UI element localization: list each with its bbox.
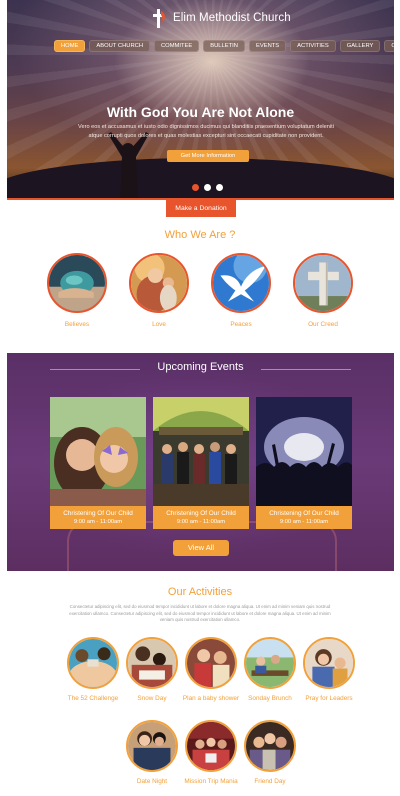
activity-image: [185, 637, 237, 689]
nav-bulletin[interactable]: BULLETIN: [203, 40, 245, 52]
hero-title: With God You Are Not Alone: [106, 104, 295, 120]
get-more-info-button[interactable]: Get More Information: [167, 150, 249, 162]
nav-commitee[interactable]: COMMITEE: [154, 40, 200, 52]
nav-events[interactable]: EVENTS: [248, 40, 287, 52]
activity-image: [303, 637, 355, 689]
activity-mission-trip-mania[interactable]: Mission Trip Mania: [180, 720, 242, 785]
event-info: Christening Of Our Child 9:00 am - 11:00…: [153, 506, 249, 529]
upcoming-events-title: Upcoming Events: [157, 361, 244, 373]
who-item-peaces[interactable]: Peaces: [209, 253, 273, 328]
activity-label: Date Night: [136, 778, 168, 785]
make-donation-button[interactable]: Make a Donation: [166, 200, 236, 217]
event-time: 9:00 am - 11:00am: [73, 519, 123, 525]
who-item-label: Love: [152, 321, 166, 328]
who-we-are-title: Who We Are ?: [164, 229, 236, 241]
activity-image: [244, 720, 296, 772]
activity-image: [244, 637, 296, 689]
activity-snow-day[interactable]: Snow Day: [121, 637, 183, 702]
cross-image: [293, 253, 353, 313]
activity-date-night[interactable]: Date Night: [121, 720, 183, 785]
activity-friend-day[interactable]: Friend Day: [239, 720, 301, 785]
event-info: Christening Of Our Child 9:00 am - 11:00…: [256, 506, 352, 529]
event-name: Christening Of Our Child: [63, 510, 133, 517]
who-item-our-creed[interactable]: Our Creed: [291, 253, 355, 328]
who-item-label: Peaces: [230, 321, 252, 328]
activity-label: Plan a baby shower: [182, 695, 240, 702]
brand[interactable]: Elim Methodist Church: [153, 8, 291, 28]
activity-label: Mission Trip Mania: [184, 778, 238, 785]
who-item-believes[interactable]: Believes: [45, 253, 109, 328]
who-item-love[interactable]: Love: [127, 253, 191, 328]
activity-sonday-brunch[interactable]: Sonday Brunch: [239, 637, 301, 702]
nav-contact[interactable]: CONTACT: [384, 40, 394, 52]
mother-child-image: [129, 253, 189, 313]
upcoming-events-section: Upcoming Events Christening Of Our Child…: [7, 353, 394, 571]
activity-image: [126, 637, 178, 689]
view-all-button[interactable]: View All: [173, 540, 229, 556]
praying-person-silhouette: [108, 132, 149, 198]
event-image-family: [50, 397, 146, 506]
slider-dot-2[interactable]: [204, 184, 211, 191]
who-item-label: Our Creed: [308, 321, 338, 328]
event-info: Christening Of Our Child 9:00 am - 11:00…: [50, 506, 146, 529]
event-name: Christening Of Our Child: [166, 510, 236, 517]
event-time: 9:00 am - 11:00am: [176, 519, 226, 525]
activity-plan-a-baby-shower[interactable]: Plan a baby shower: [180, 637, 242, 702]
slider-dots: [192, 184, 223, 191]
who-item-label: Believes: [64, 321, 90, 328]
nav-about-church[interactable]: ABOUT CHURCH: [89, 40, 150, 52]
activity-label: Snow Day: [137, 695, 167, 702]
slider-dot-1[interactable]: [192, 184, 199, 191]
nav-activities[interactable]: ACTIVITIES: [290, 40, 336, 52]
hero-text: Vero eos et accusamus et iusto odio dign…: [78, 124, 334, 139]
believe-stone-image: [47, 253, 107, 313]
event-image-congregation: [153, 397, 249, 506]
event-card[interactable]: Christening Of Our Child 9:00 am - 11:00…: [153, 397, 249, 529]
activity-image: [126, 720, 178, 772]
activity-label: Pray for Leaders: [305, 695, 353, 702]
activity-label: Sonday Brunch: [248, 695, 292, 702]
event-card[interactable]: Christening Of Our Child 9:00 am - 11:00…: [256, 397, 352, 529]
event-name: Christening Of Our Child: [269, 510, 339, 517]
activity-image: [185, 720, 237, 772]
event-image-worship-crowd: [256, 397, 352, 506]
activity-the-52-challenge[interactable]: The 52 Challenge: [62, 637, 124, 702]
activities-description: Consectetur adipiscing elit, sed do eius…: [69, 604, 331, 623]
main-nav: HOME ABOUT CHURCH COMMITEE BULLETIN EVEN…: [54, 40, 394, 52]
dove-image: [211, 253, 271, 313]
event-time: 9:00 am - 11:00am: [279, 519, 329, 525]
hero-banner: Elim Methodist Church HOME ABOUT CHURCH …: [7, 0, 394, 200]
event-card[interactable]: Christening Of Our Child 9:00 am - 11:00…: [50, 397, 146, 529]
activity-image: [67, 637, 119, 689]
methodist-cross-flame-icon: [153, 9, 165, 28]
our-activities-title: Our Activities: [167, 586, 233, 598]
nav-gallery[interactable]: GALLERY: [339, 40, 381, 52]
activity-label: Friend Day: [254, 778, 286, 785]
activity-pray-for-leaders[interactable]: Pray for Leaders: [298, 637, 360, 702]
activity-label: The 52 Challenge: [67, 695, 119, 702]
nav-home[interactable]: HOME: [54, 40, 86, 52]
slider-dot-3[interactable]: [216, 184, 223, 191]
site-name: Elim Methodist Church: [173, 12, 291, 24]
